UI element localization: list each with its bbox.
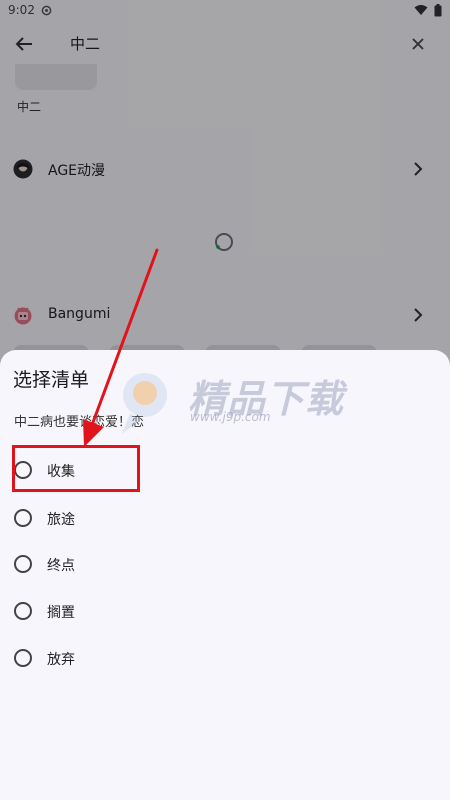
radio-button[interactable] xyxy=(14,555,32,573)
option-label: 放弃 xyxy=(47,652,75,668)
option-label: 搁置 xyxy=(47,605,75,621)
radio-button[interactable] xyxy=(14,649,32,667)
list-option-journey[interactable]: 旅途 xyxy=(0,502,450,542)
option-label: 终点 xyxy=(47,558,75,574)
radio-button[interactable] xyxy=(14,602,32,620)
annotation-highlight-box xyxy=(12,445,140,492)
sheet-title: 选择清单 xyxy=(13,369,90,391)
radio-button[interactable] xyxy=(14,509,32,527)
list-option-drop[interactable]: 放弃 xyxy=(0,642,450,682)
list-option-finish[interactable]: 终点 xyxy=(0,548,450,588)
select-list-bottom-sheet: 选择清单 中二病也要谈恋爱！恋 收集 旅途 终点 搁置 放弃 xyxy=(0,350,450,800)
option-label: 旅途 xyxy=(47,512,75,528)
list-option-shelve[interactable]: 搁置 xyxy=(0,595,450,635)
anime-title: 中二病也要谈恋爱！恋 xyxy=(14,415,145,430)
